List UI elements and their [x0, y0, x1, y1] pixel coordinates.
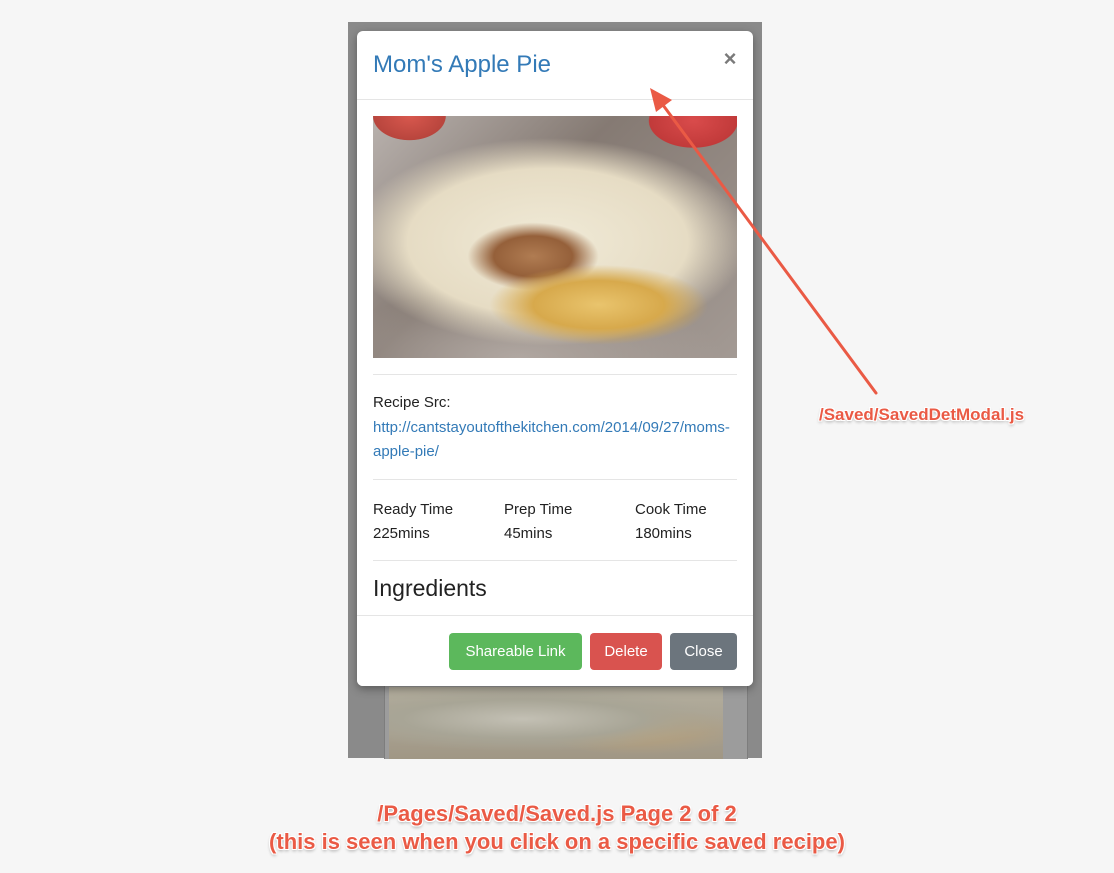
cook-time: Cook Time 180mins: [635, 498, 753, 546]
cook-time-label: Cook Time: [635, 501, 707, 518]
annotation-caption-line1: /Pages/Saved/Saved.js Page 2 of 2: [377, 801, 737, 826]
divider: [373, 479, 737, 480]
recipe-src-link[interactable]: http://cantstayoutofthekitchen.com/2014/…: [373, 416, 737, 464]
ready-time: Ready Time 225mins: [373, 498, 493, 546]
delete-button[interactable]: Delete: [590, 633, 662, 670]
prep-time-label: Prep Time: [504, 501, 573, 518]
close-button[interactable]: Close: [670, 633, 737, 670]
background-recipe-card: [384, 680, 748, 759]
divider: [373, 374, 737, 375]
modal-footer: Shareable Link Delete Close: [357, 615, 753, 686]
ingredients-heading: Ingredients: [373, 575, 487, 601]
prep-time-value: 45mins: [504, 525, 553, 542]
shareable-link-button[interactable]: Shareable Link: [449, 633, 582, 670]
annotation-page-caption: /Pages/Saved/Saved.js Page 2 of 2 (this …: [0, 800, 1114, 856]
modal-title: Mom's Apple Pie: [373, 51, 551, 78]
cook-time-value: 180mins: [635, 525, 692, 542]
divider: [373, 560, 737, 561]
saved-recipe-modal: Mom's Apple Pie × Recipe Src: http://can…: [357, 31, 753, 686]
annotation-caption-line2: (this is seen when you click on a specif…: [269, 829, 845, 854]
modal-header: Mom's Apple Pie ×: [357, 31, 753, 100]
annotation-modal-file: /Saved/SavedDetModal.js: [819, 405, 1025, 424]
close-icon[interactable]: ×: [722, 47, 738, 71]
recipe-image: [373, 116, 737, 358]
ready-time-value: 225mins: [373, 525, 430, 542]
prep-time: Prep Time 45mins: [504, 498, 624, 546]
ready-time-label: Ready Time: [373, 501, 454, 518]
background-recipe-image: [389, 687, 723, 759]
recipe-src-label: Recipe Src:: [373, 394, 451, 411]
